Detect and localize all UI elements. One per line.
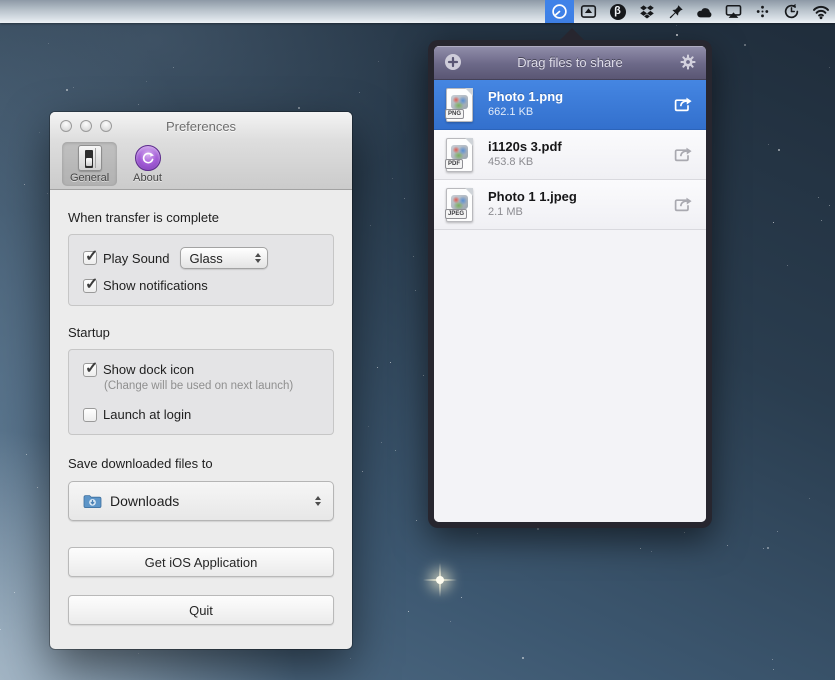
file-list: PNG Photo 1.png 662.1 KB: [434, 80, 706, 522]
play-sound-checkbox[interactable]: [83, 251, 97, 265]
launch-at-login-checkbox[interactable]: [83, 408, 97, 422]
popover-arrow: [559, 28, 585, 41]
play-sound-label: Play Sound: [103, 251, 170, 266]
downloads-label: Downloads: [110, 493, 315, 509]
file-type-icon: PDF: [444, 136, 476, 174]
dots-icon: [755, 4, 770, 19]
show-notifications-label: Show notifications: [103, 278, 208, 293]
beta-icon: β: [610, 4, 626, 20]
status-icon-dropbox[interactable]: [632, 0, 661, 23]
group-transfer: Play Sound Glass Show notifications: [68, 234, 334, 306]
show-dock-icon-label: Show dock icon: [103, 362, 194, 377]
status-icon-dots[interactable]: [748, 0, 777, 23]
status-icon-eject-box[interactable]: [574, 0, 603, 23]
file-size: 2.1 MB: [488, 205, 672, 219]
status-icon-cloud[interactable]: [690, 0, 719, 23]
launch-at-login-label: Launch at login: [103, 407, 191, 422]
file-badge: PDF: [445, 159, 463, 169]
status-icon-time-machine[interactable]: [777, 0, 806, 23]
zoom-button[interactable]: [100, 120, 112, 132]
group-startup: Show dock icon (Change will be used on n…: [68, 349, 334, 435]
status-icon-wifi[interactable]: [806, 0, 835, 23]
status-icon-app-clock[interactable]: [545, 0, 574, 23]
share-icon: [673, 201, 694, 216]
file-badge: PNG: [445, 109, 464, 119]
file-row[interactable]: JPEG Photo 1 1.jpeg 2.1 MB: [434, 180, 706, 230]
status-icon-tray: β: [545, 0, 835, 23]
get-ios-button[interactable]: Get iOS Application: [68, 547, 334, 577]
menu-bar: β: [0, 0, 835, 23]
desktop: β: [0, 0, 835, 680]
cloud-icon: [696, 4, 714, 20]
time-machine-icon: [783, 3, 800, 20]
stepper-icon: [255, 253, 261, 263]
file-row[interactable]: PNG Photo 1.png 662.1 KB: [434, 80, 706, 130]
share-icon: [673, 101, 694, 116]
pushpin-icon: [668, 4, 684, 20]
section-heading-save: Save downloaded files to: [68, 456, 334, 471]
popover-title: Drag files to share: [517, 55, 623, 70]
minimize-button[interactable]: [80, 120, 92, 132]
share-button[interactable]: [672, 95, 694, 115]
file-size: 662.1 KB: [488, 105, 672, 119]
tab-general[interactable]: General: [62, 142, 117, 186]
folder-icon: [83, 494, 102, 509]
dock-note: (Change will be used on next launch): [104, 380, 319, 392]
file-name: i1120s 3.pdf: [488, 139, 672, 155]
wifi-icon: [812, 4, 830, 20]
gear-icon: [680, 54, 696, 73]
dropbox-icon: [639, 4, 655, 20]
file-type-icon: PNG: [444, 86, 476, 124]
status-icon-pushpin[interactable]: [661, 0, 690, 23]
close-button[interactable]: [60, 120, 72, 132]
file-size: 453.8 KB: [488, 155, 672, 169]
window-title: Preferences: [166, 119, 236, 134]
eject-box-icon: [580, 3, 597, 20]
app-clock-icon: [551, 3, 568, 20]
share-button[interactable]: [672, 145, 694, 165]
preferences-window: Preferences General About When transfer …: [50, 112, 352, 649]
status-icon-airplay[interactable]: [719, 0, 748, 23]
file-row[interactable]: PDF i1120s 3.pdf 453.8 KB: [434, 130, 706, 180]
show-dock-icon-checkbox[interactable]: [83, 363, 97, 377]
popover-header: Drag files to share: [434, 46, 706, 80]
sound-select-value: Glass: [190, 251, 255, 266]
file-name: Photo 1.png: [488, 89, 672, 105]
plus-icon: [444, 53, 462, 74]
sound-select[interactable]: Glass: [180, 247, 268, 269]
share-popover: Drag files to share PNG: [428, 40, 712, 528]
section-heading-transfer: When transfer is complete: [68, 210, 334, 225]
file-type-icon: JPEG: [444, 186, 476, 224]
toolbar: General About: [50, 140, 352, 190]
stepper-icon: [315, 496, 321, 506]
status-icon-beta[interactable]: β: [603, 0, 632, 23]
bright-star: [436, 576, 444, 584]
add-files-button[interactable]: [444, 54, 462, 72]
airplay-icon: [725, 3, 742, 20]
file-name: Photo 1 1.jpeg: [488, 189, 672, 205]
show-notifications-checkbox[interactable]: [83, 279, 97, 293]
titlebar[interactable]: Preferences: [50, 112, 352, 140]
file-list-empty-area: [434, 230, 706, 522]
section-heading-startup: Startup: [68, 325, 334, 340]
file-badge: JPEG: [445, 209, 467, 219]
share-icon: [673, 151, 694, 166]
quit-button[interactable]: Quit: [68, 595, 334, 625]
downloads-select[interactable]: Downloads: [68, 481, 334, 521]
about-icon: [135, 145, 161, 171]
prefs-content: When transfer is complete Play Sound Gla…: [50, 190, 352, 625]
general-icon: [78, 145, 102, 171]
settings-gear-button[interactable]: [679, 54, 697, 72]
share-button[interactable]: [672, 195, 694, 215]
tab-about[interactable]: About: [125, 142, 170, 186]
